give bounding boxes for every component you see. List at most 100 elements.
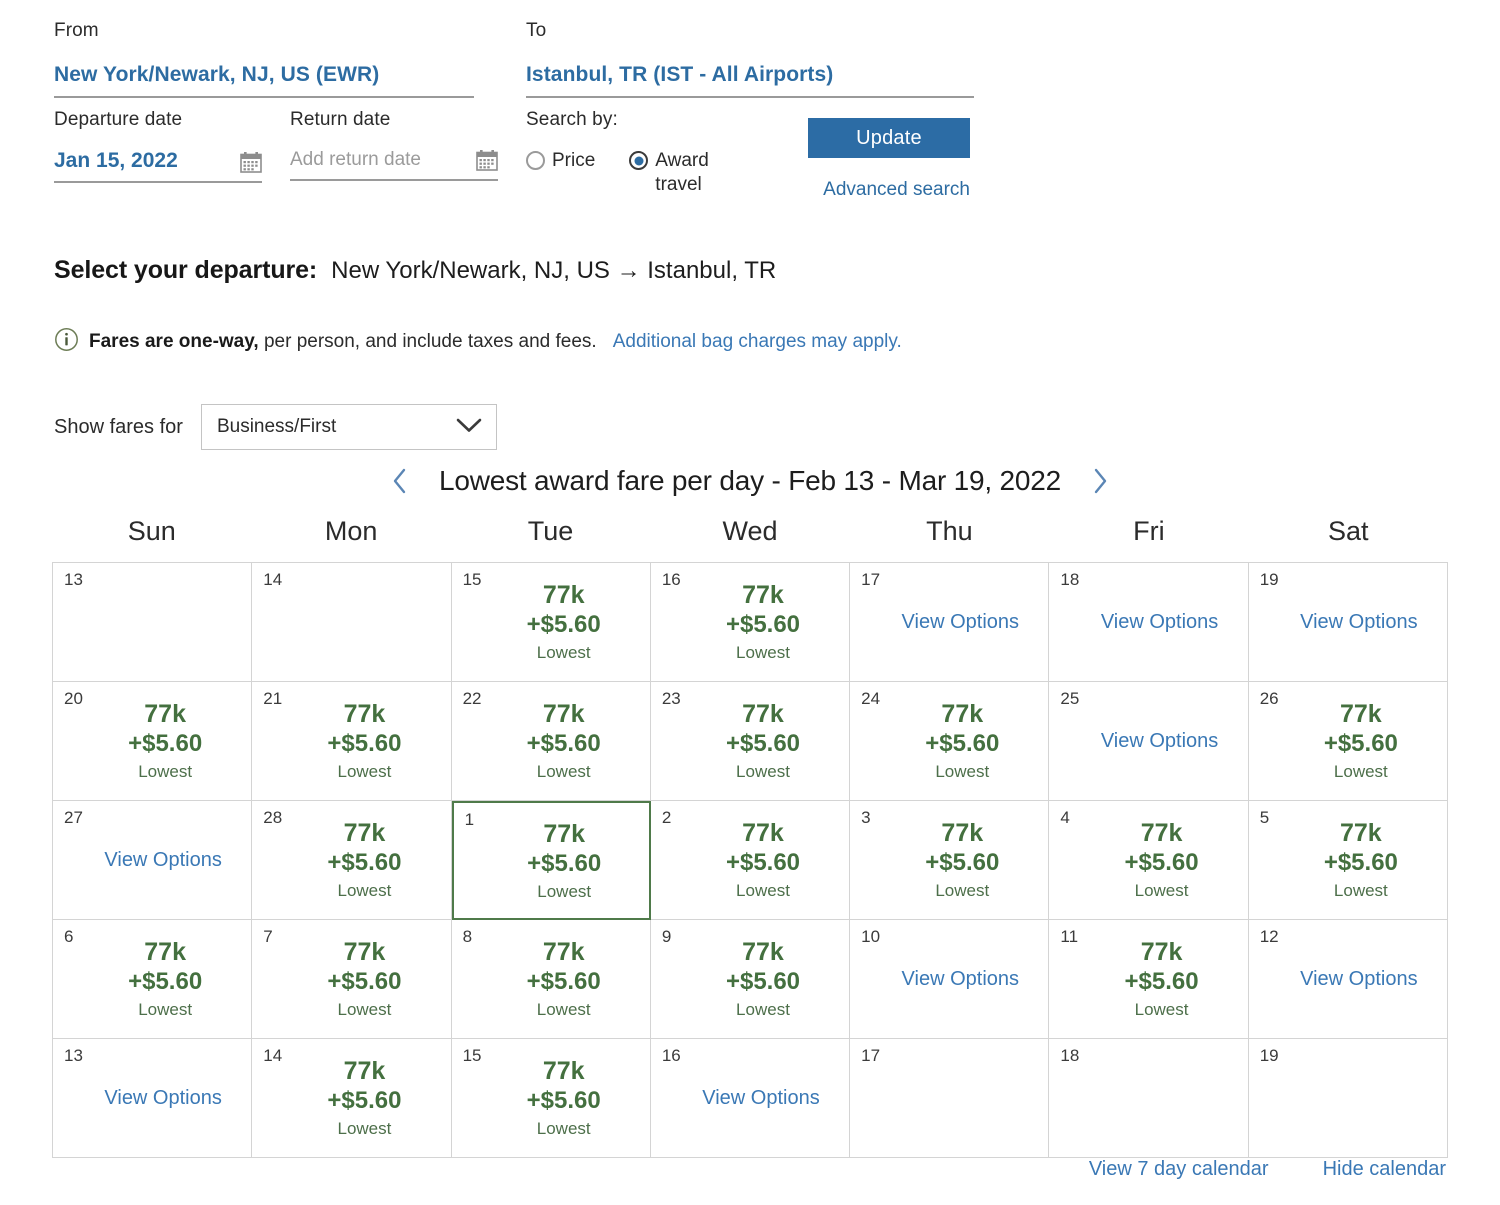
- departure-date-input[interactable]: Jan 15, 2022: [54, 149, 262, 183]
- fare-lowest-tag: Lowest: [537, 999, 591, 1021]
- calendar-day-number: 16: [662, 1046, 681, 1066]
- calendar-cell[interactable]: 1477k+$5.60Lowest: [252, 1039, 451, 1158]
- calendar-cell[interactable]: 1677k+$5.60Lowest: [651, 563, 850, 682]
- view-options-link[interactable]: View Options: [104, 849, 221, 872]
- calendar-icon[interactable]: [476, 149, 498, 171]
- bag-charges-link[interactable]: Additional bag charges may apply.: [613, 331, 902, 353]
- radio-award-travel[interactable]: Award travel: [629, 149, 733, 197]
- calendar-cell[interactable]: 277k+$5.60Lowest: [651, 801, 850, 920]
- view-options-link[interactable]: View Options: [1101, 730, 1218, 753]
- calendar-cell[interactable]: 2677k+$5.60Lowest: [1249, 682, 1448, 801]
- advanced-search-link[interactable]: Advanced search: [808, 179, 970, 201]
- update-button[interactable]: Update: [808, 118, 970, 158]
- show-fares-select[interactable]: Business/First: [201, 404, 497, 450]
- search-by-label: Search by:: [526, 109, 796, 131]
- fare-tax: +$5.60: [726, 848, 800, 878]
- calendar-cell[interactable]: 1577k+$5.60Lowest: [452, 563, 651, 682]
- calendar-cell[interactable]: 17View Options: [850, 563, 1049, 682]
- fare-lowest-tag: Lowest: [537, 642, 591, 664]
- calendar-day-number: 14: [263, 570, 282, 590]
- calendar-cell[interactable]: 177k+$5.60Lowest: [452, 801, 651, 920]
- view-options-link[interactable]: View Options: [104, 1087, 221, 1110]
- calendar-header: Lowest award fare per day - Feb 13 - Mar…: [52, 458, 1448, 504]
- to-field-group: To Istanbul, TR (IST - All Airports): [526, 20, 974, 98]
- calendar-title: Lowest award fare per day - Feb 13 - Mar…: [439, 465, 1061, 497]
- view-options-link[interactable]: View Options: [902, 968, 1019, 991]
- fare-details: 77k+$5.60Lowest: [452, 920, 650, 1038]
- fare-miles: 77k: [742, 580, 784, 610]
- calendar-cell[interactable]: 377k+$5.60Lowest: [850, 801, 1049, 920]
- calendar-cell[interactable]: 977k+$5.60Lowest: [651, 920, 850, 1039]
- fares-note-text: Fares are one-way, per person, and inclu…: [89, 331, 597, 353]
- fare-miles: 77k: [144, 937, 186, 967]
- next-week-arrow-icon[interactable]: [1087, 466, 1113, 496]
- calendar-cell[interactable]: 13View Options: [53, 1039, 252, 1158]
- calendar-day-number: 7: [263, 927, 272, 947]
- fare-tax: +$5.60: [527, 1086, 601, 1116]
- calendar-cell[interactable]: 2377k+$5.60Lowest: [651, 682, 850, 801]
- calendar-cell[interactable]: 577k+$5.60Lowest: [1249, 801, 1448, 920]
- calendar-cell[interactable]: 2277k+$5.60Lowest: [452, 682, 651, 801]
- calendar-cell[interactable]: 10View Options: [850, 920, 1049, 1039]
- fare-lowest-tag: Lowest: [337, 1118, 391, 1140]
- view-7-day-calendar-link[interactable]: View 7 day calendar: [1089, 1158, 1269, 1181]
- calendar-cell[interactable]: 2877k+$5.60Lowest: [252, 801, 451, 920]
- departure-date-group: Departure date Jan 15, 2022: [54, 109, 262, 183]
- calendar-footer: View 7 day calendar Hide calendar: [52, 1158, 1448, 1181]
- departure-date-value: Jan 15, 2022: [54, 149, 178, 173]
- return-date-label: Return date: [290, 109, 498, 131]
- from-label: From: [54, 20, 474, 42]
- fare-miles: 77k: [1340, 699, 1382, 729]
- calendar-day-number: 28: [263, 808, 282, 828]
- calendar-cell[interactable]: 1577k+$5.60Lowest: [452, 1039, 651, 1158]
- calendar-cell[interactable]: 16 View Options: [651, 1039, 850, 1158]
- calendar-day-number: 21: [263, 689, 282, 709]
- hide-calendar-link[interactable]: Hide calendar: [1323, 1158, 1446, 1181]
- return-date-placeholder: Add return date: [290, 149, 421, 171]
- fare-lowest-tag: Lowest: [138, 761, 192, 783]
- calendar-cell[interactable]: 2477k+$5.60Lowest: [850, 682, 1049, 801]
- calendar-grid: 13141577k+$5.60Lowest1677k+$5.60Lowest17…: [52, 562, 1448, 1158]
- calendar-cell[interactable]: 1177k+$5.60Lowest: [1049, 920, 1248, 1039]
- fare-lowest-tag: Lowest: [1135, 880, 1189, 902]
- calendar-cell[interactable]: 477k+$5.60Lowest: [1049, 801, 1248, 920]
- calendar-cell[interactable]: 25View Options: [1049, 682, 1248, 801]
- view-options-link[interactable]: View Options: [702, 1087, 819, 1110]
- fare-tax: +$5.60: [527, 849, 601, 879]
- fare-calendar: Lowest award fare per day - Feb 13 - Mar…: [52, 458, 1448, 1158]
- view-options-link[interactable]: View Options: [1101, 611, 1218, 634]
- radio-unselected-icon: [526, 151, 545, 170]
- to-label: To: [526, 20, 974, 42]
- calendar-cell[interactable]: 18View Options: [1049, 563, 1248, 682]
- show-fares-row: Show fares for Business/First: [54, 404, 497, 450]
- calendar-cell[interactable]: 12View Options: [1249, 920, 1448, 1039]
- view-options-link[interactable]: View Options: [902, 611, 1019, 634]
- calendar-icon[interactable]: [240, 151, 262, 173]
- view-options-link[interactable]: View Options: [1300, 968, 1417, 991]
- calendar-cell[interactable]: 877k+$5.60Lowest: [452, 920, 651, 1039]
- calendar-cell[interactable]: 677k+$5.60Lowest: [53, 920, 252, 1039]
- calendar-cell[interactable]: 19View Options: [1249, 563, 1448, 682]
- calendar-day-number: 15: [463, 1046, 482, 1066]
- previous-week-arrow-icon[interactable]: [387, 466, 413, 496]
- from-input[interactable]: New York/Newark, NJ, US (EWR): [54, 63, 474, 98]
- calendar-cell[interactable]: 2177k+$5.60Lowest: [252, 682, 451, 801]
- fare-lowest-tag: Lowest: [935, 880, 989, 902]
- calendar-cell[interactable]: 27View Options: [53, 801, 252, 920]
- return-date-input[interactable]: Add return date: [290, 149, 498, 181]
- to-input[interactable]: Istanbul, TR (IST - All Airports): [526, 63, 974, 98]
- fare-tax: +$5.60: [726, 729, 800, 759]
- radio-price-label: Price: [552, 149, 595, 173]
- view-options-link[interactable]: View Options: [1300, 611, 1417, 634]
- fare-tax: +$5.60: [527, 967, 601, 997]
- radio-price[interactable]: Price: [526, 149, 595, 197]
- fare-miles: 77k: [344, 1056, 386, 1086]
- fare-tax: +$5.60: [128, 967, 202, 997]
- calendar-cell[interactable]: 777k+$5.60Lowest: [252, 920, 451, 1039]
- show-fares-label: Show fares for: [54, 416, 183, 439]
- chevron-down-icon: [456, 417, 482, 438]
- fare-details: 77k+$5.60Lowest: [651, 920, 849, 1038]
- calendar-cell[interactable]: 2077k+$5.60Lowest: [53, 682, 252, 801]
- fare-tax: +$5.60: [327, 848, 401, 878]
- dow-sat: Sat: [1249, 516, 1448, 547]
